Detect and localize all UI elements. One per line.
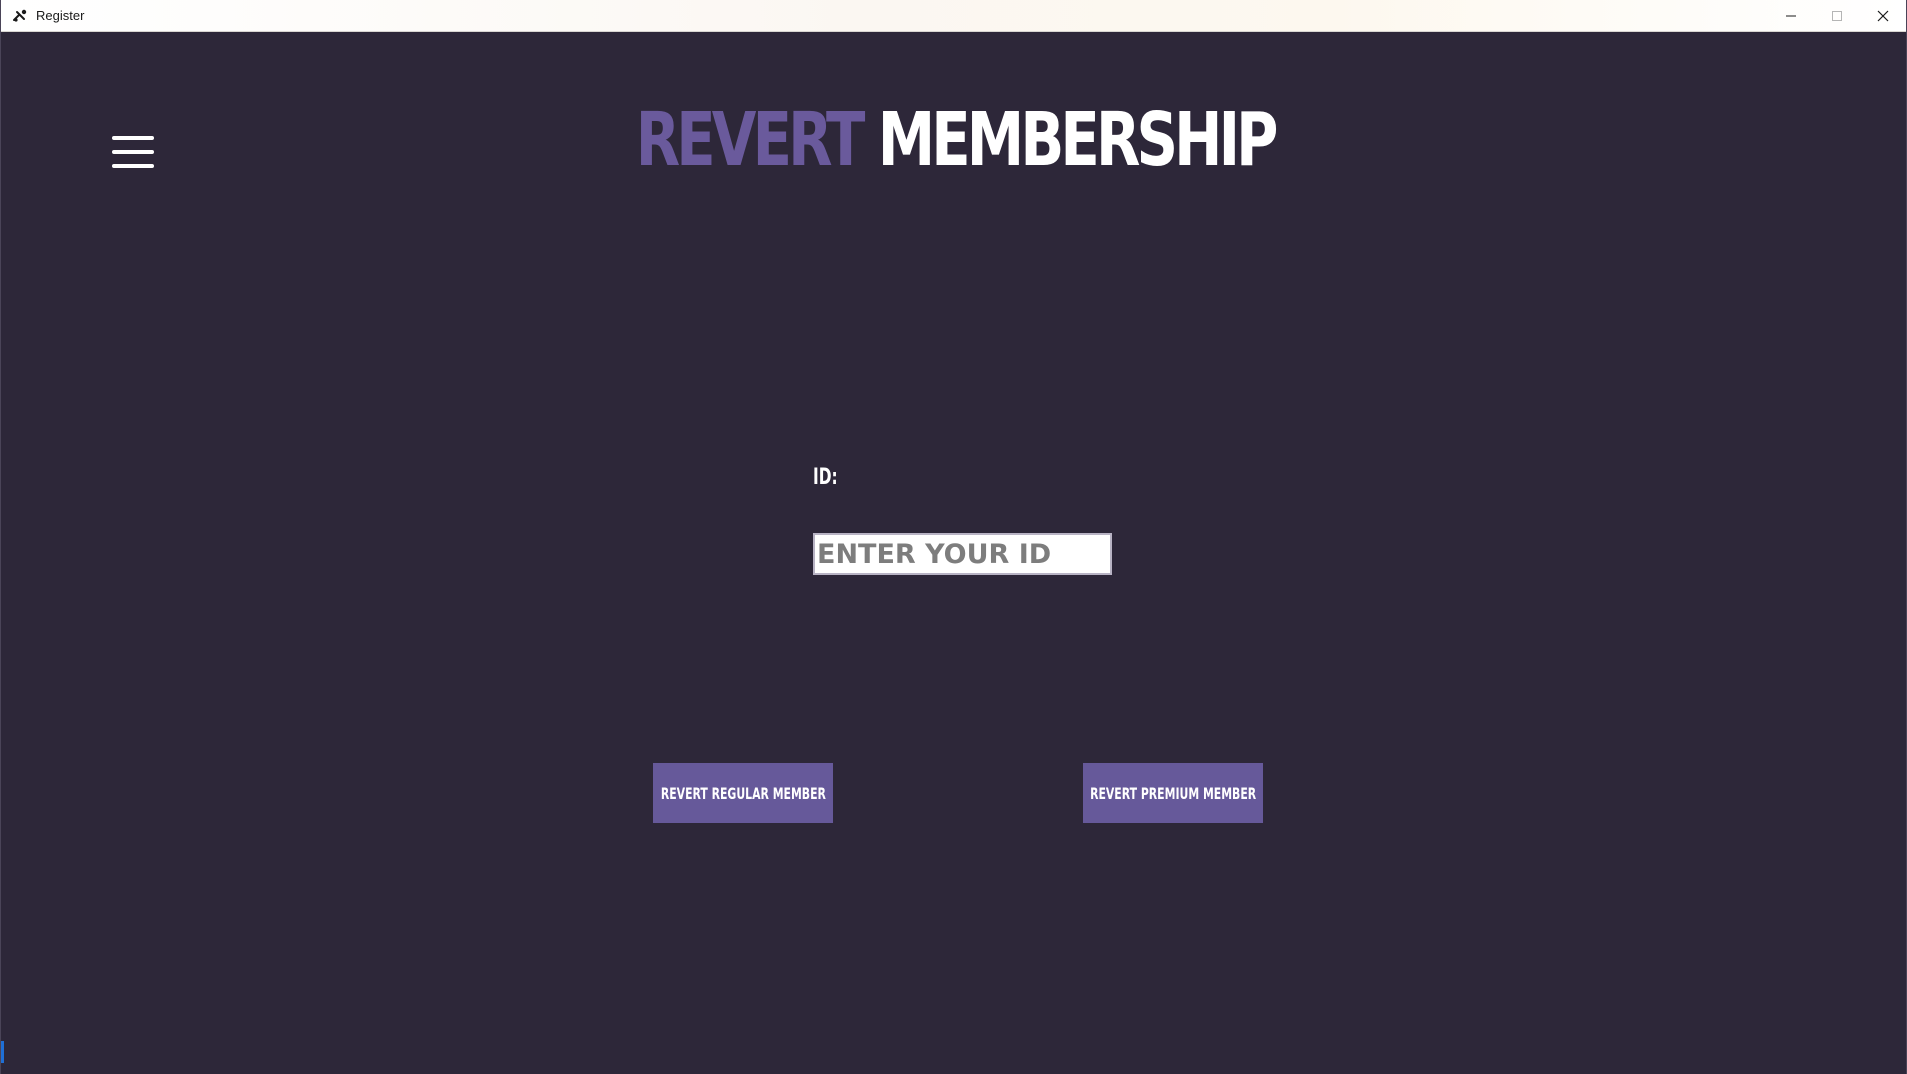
maximize-icon (1832, 10, 1842, 21)
id-label: ID: (813, 465, 838, 490)
app-icon (11, 7, 29, 25)
close-icon (1877, 10, 1889, 21)
revert-premium-member-button[interactable]: REVERT PREMIUM MEMBER (1083, 763, 1263, 823)
close-button[interactable] (1860, 0, 1906, 31)
menu-bar-line (112, 164, 154, 168)
maximize-button[interactable] (1814, 0, 1860, 31)
window-controls (1768, 0, 1906, 31)
page-title-main: MEMBERSHIP (877, 97, 1279, 183)
revert-regular-member-button[interactable]: REVERT REGULAR MEMBER (653, 763, 833, 823)
title-bar[interactable]: Register (1, 0, 1906, 32)
revert-premium-member-label: REVERT PREMIUM MEMBER (1089, 783, 1257, 803)
id-input[interactable] (813, 533, 1112, 575)
page-title-accent: REVERT (635, 97, 866, 183)
main-content: REVERT MEMBERSHIP ID: REVERT REGULAR MEM… (1, 32, 1906, 1074)
revert-regular-member-label: REVERT REGULAR MEMBER (660, 783, 826, 803)
minimize-button[interactable] (1768, 0, 1814, 31)
app-window: Register REVERT MEMBERSHIP ID: ENTER YOU… (0, 0, 1907, 1074)
menu-bar-line (112, 136, 154, 140)
page-title: REVERT MEMBERSHIP (212, 96, 1698, 185)
edge-indicator (1, 1041, 4, 1063)
hamburger-menu-icon[interactable] (112, 134, 154, 170)
window-title: Register (36, 8, 85, 23)
minimize-icon (1786, 15, 1796, 16)
menu-bar-line (112, 150, 154, 154)
